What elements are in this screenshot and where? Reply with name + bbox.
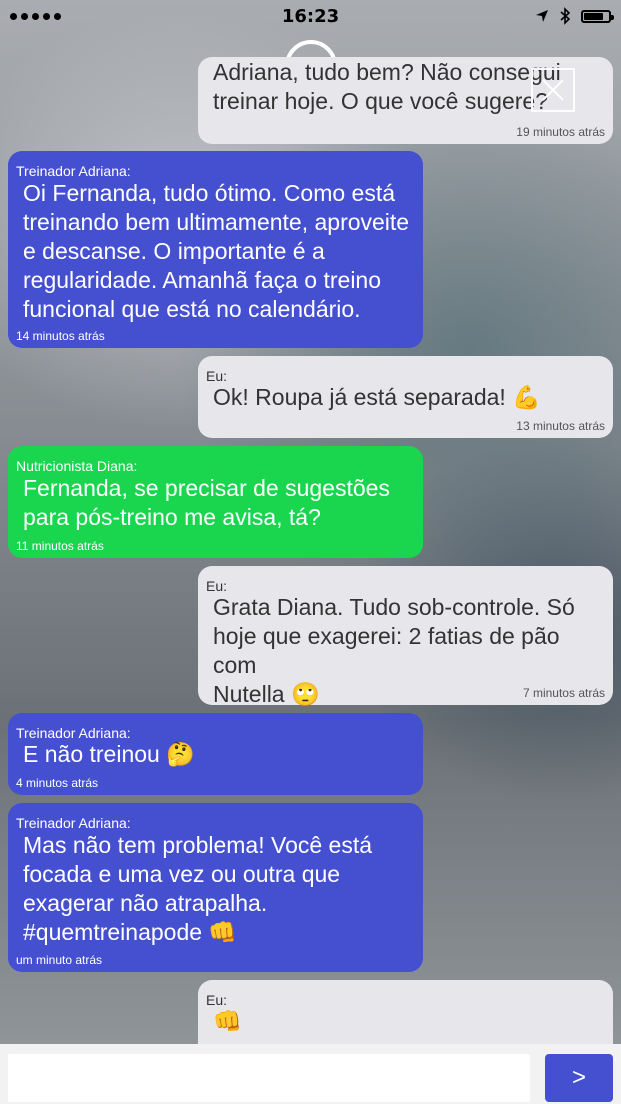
message-input[interactable] (8, 1054, 530, 1102)
message-sender: Eu: (206, 992, 228, 1008)
close-button[interactable] (531, 68, 575, 112)
signal-strength-icon (10, 12, 61, 20)
message-sender: Treinador Adriana: (16, 163, 131, 179)
message-sender: Eu: (206, 368, 228, 384)
message-time: 14 minutos atrás (16, 329, 105, 343)
message-bubble-me: Eu: Grata Diana. Tudo sob-controle. Só h… (198, 566, 613, 707)
message-sender: Treinador Adriana: (16, 815, 131, 831)
message-bubble-me: Eu: 👊 (198, 980, 613, 1044)
location-arrow-icon (536, 10, 548, 22)
send-button[interactable]: > (545, 1054, 613, 1102)
status-time: 16:23 (281, 5, 340, 27)
message-text: 👊 (213, 1008, 242, 1034)
message-time: 11 minutos atrás (16, 539, 104, 553)
message-bubble-nutritionist: Nutricionista Diana: Fernanda, se precis… (8, 446, 423, 558)
message-time: 7 minutos atrás (522, 686, 605, 700)
message-bubble-me: Eu: Ok! Roupa já está separada! 💪 13 min… (198, 356, 613, 438)
message-sender: Treinador Adriana: (16, 725, 131, 741)
bluetooth-icon (560, 7, 571, 25)
message-text: Ok! Roupa já está separada! 💪 (213, 384, 541, 410)
message-time: 4 minutos atrás (16, 776, 99, 790)
message-bubble-coach: Treinador Adriana: E não treinou 🤔 4 min… (8, 713, 423, 795)
message-sender: Eu: (206, 578, 228, 594)
message-time: um minuto atrás (16, 953, 103, 967)
message-text: Fernanda, se precisar de sugestões para … (23, 475, 390, 530)
composer-bar: > (0, 1044, 621, 1104)
close-icon (542, 79, 564, 101)
battery-icon (581, 9, 614, 23)
message-time: 13 minutos atrás (516, 419, 605, 433)
status-bar: 16:23 (0, 0, 621, 32)
message-text: E não treinou 🤔 (23, 741, 195, 767)
message-text: Mas não tem problema! Você está focada e… (23, 832, 373, 945)
message-time: 19 minutos atrás (516, 125, 605, 139)
message-bubble-coach: Treinador Adriana: Oi Fernanda, tudo óti… (8, 151, 423, 348)
message-bubble-coach: Treinador Adriana: Mas não tem problema!… (8, 803, 423, 972)
message-text: Oi Fernanda, tudo ótimo. Como está trein… (23, 180, 410, 322)
message-sender: Nutricionista Diana: (16, 458, 138, 474)
